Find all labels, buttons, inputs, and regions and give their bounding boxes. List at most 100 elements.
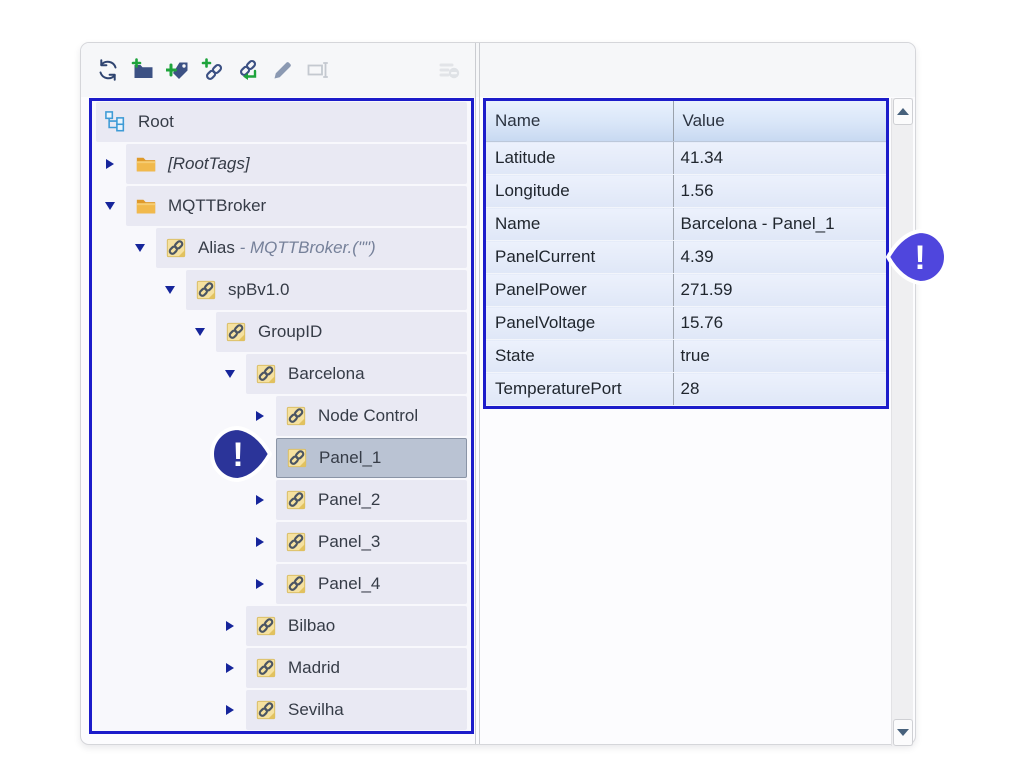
tree-item-block[interactable]: Barcelona [246,354,467,394]
expander-icon[interactable] [190,312,210,352]
tree-item-block[interactable]: Panel_3 [276,522,467,562]
tree-item-label: Panel_1 [319,448,381,468]
tree-item-block[interactable]: Madrid [246,648,467,688]
column-header-value[interactable]: Value [673,101,886,142]
tree-item: spBv1.0 [92,270,471,310]
table-body: Latitude 41.34 Longitude 1.56 Name Barce… [486,142,886,406]
table-row[interactable]: Latitude 41.34 [486,142,886,175]
tree-item-label: MQTTBroker [168,196,266,216]
table-row[interactable]: PanelCurrent 4.39 [486,241,886,274]
rename-icon [306,58,330,82]
expander-icon[interactable] [250,480,270,520]
exclamation-glyph: ! [914,239,925,277]
table-row[interactable]: Name Barcelona - Panel_1 [486,208,886,241]
tree-item-block[interactable]: Root [96,102,467,142]
property-name-cell: Name [486,208,673,241]
tree-item-label: Root [138,112,174,132]
add-tag-button[interactable] [166,57,190,83]
remove-list-icon [437,58,461,82]
tree-item-label: GroupID [258,322,322,342]
add-link-icon [201,58,225,82]
property-value-cell: 28 [673,373,886,406]
tree-item-label: Panel_3 [318,532,380,552]
add-link-button[interactable] [201,57,225,83]
table-header-row: Name Value [486,101,886,142]
expander-icon[interactable] [220,690,240,730]
property-name-cell: PanelVoltage [486,307,673,340]
expander-icon[interactable] [250,564,270,604]
property-name-cell: PanelCurrent [486,241,673,274]
tree-item-block[interactable]: Panel_1 [276,438,467,478]
expander-icon[interactable] [130,228,150,268]
edit-button[interactable] [271,57,295,83]
expander-icon[interactable] [250,522,270,562]
table-row[interactable]: PanelPower 271.59 [486,274,886,307]
vertical-scrollbar[interactable] [891,98,913,746]
folder-icon [135,195,157,217]
scroll-up-button[interactable] [893,98,913,125]
table-row[interactable]: TemperaturePort 28 [486,373,886,406]
expander-icon[interactable] [220,354,240,394]
tree-item-block[interactable]: Panel_2 [276,480,467,520]
property-value-cell: Barcelona - Panel_1 [673,208,886,241]
tree-item-block[interactable]: GroupID [216,312,467,352]
table-row[interactable]: State true [486,340,886,373]
tag-link-icon [255,615,277,637]
property-value-cell: 41.34 [673,142,886,175]
tree-item-block[interactable]: spBv1.0 [186,270,467,310]
tree-item-block[interactable]: [RootTags] [126,144,467,184]
folder-icon [135,153,157,175]
tree-item-block[interactable]: Sevilha [246,690,467,730]
expander-icon[interactable] [160,270,180,310]
refresh-icon [96,58,120,82]
tag-link-icon [285,573,307,595]
property-value-cell: 4.39 [673,241,886,274]
refresh-button[interactable] [96,57,120,83]
tree-item-label: Bilbao [288,616,335,636]
tree-item-label: spBv1.0 [228,280,289,300]
pane-splitter[interactable] [475,43,480,744]
tree-item-label: Node Control [318,406,418,426]
tag-link-icon [255,657,277,679]
property-value-cell: 271.59 [673,274,886,307]
tag-link-icon [285,531,307,553]
expander-icon[interactable] [100,144,120,184]
tree-item: [RootTags] [92,144,471,184]
add-folder-button[interactable] [131,57,155,83]
tree-item-block[interactable]: Alias - MQTTBroker.("") [156,228,467,268]
tree-item-label: Sevilha [288,700,344,720]
column-header-name[interactable]: Name [486,101,673,142]
expander-icon[interactable] [100,186,120,226]
remove-list-button[interactable] [437,57,461,83]
tree-item-label: Madrid [288,658,340,678]
tree-item-block[interactable]: Bilbao [246,606,467,646]
tree-item-block[interactable]: Panel_4 [276,564,467,604]
pencil-icon [271,58,295,82]
expander-icon[interactable] [250,396,270,436]
tree-item-label: Panel_4 [318,574,380,594]
tree-item: Barcelona [92,354,471,394]
tree-item: Root [92,102,471,142]
sitemap-icon [105,111,127,133]
scroll-down-button[interactable] [893,719,913,746]
table-row[interactable]: PanelVoltage 15.76 [486,307,886,340]
expander-icon[interactable] [220,648,240,688]
toolbar [81,43,915,97]
tree-item-block[interactable]: MQTTBroker [126,186,467,226]
table-row[interactable]: Longitude 1.56 [486,175,886,208]
tag-tree: Root [RootTags] MQTTBroker Alias - MQ [89,98,474,734]
tree-item: GroupID [92,312,471,352]
tree-item-label: Panel_2 [318,490,380,510]
tree-item: Panel_4 [92,564,471,604]
import-link-button[interactable] [236,57,260,83]
tree-item-block[interactable]: Node Control [276,396,467,436]
tag-link-icon [285,489,307,511]
tag-link-icon [225,321,247,343]
rename-button[interactable] [306,57,330,83]
tree-item: Panel_2 [92,480,471,520]
property-name-cell: Latitude [486,142,673,175]
properties-table: Name Value Latitude 41.34 Longitude 1.56… [483,98,889,409]
property-value-cell: 15.76 [673,307,886,340]
tag-link-icon [165,237,187,259]
expander-icon[interactable] [220,606,240,646]
